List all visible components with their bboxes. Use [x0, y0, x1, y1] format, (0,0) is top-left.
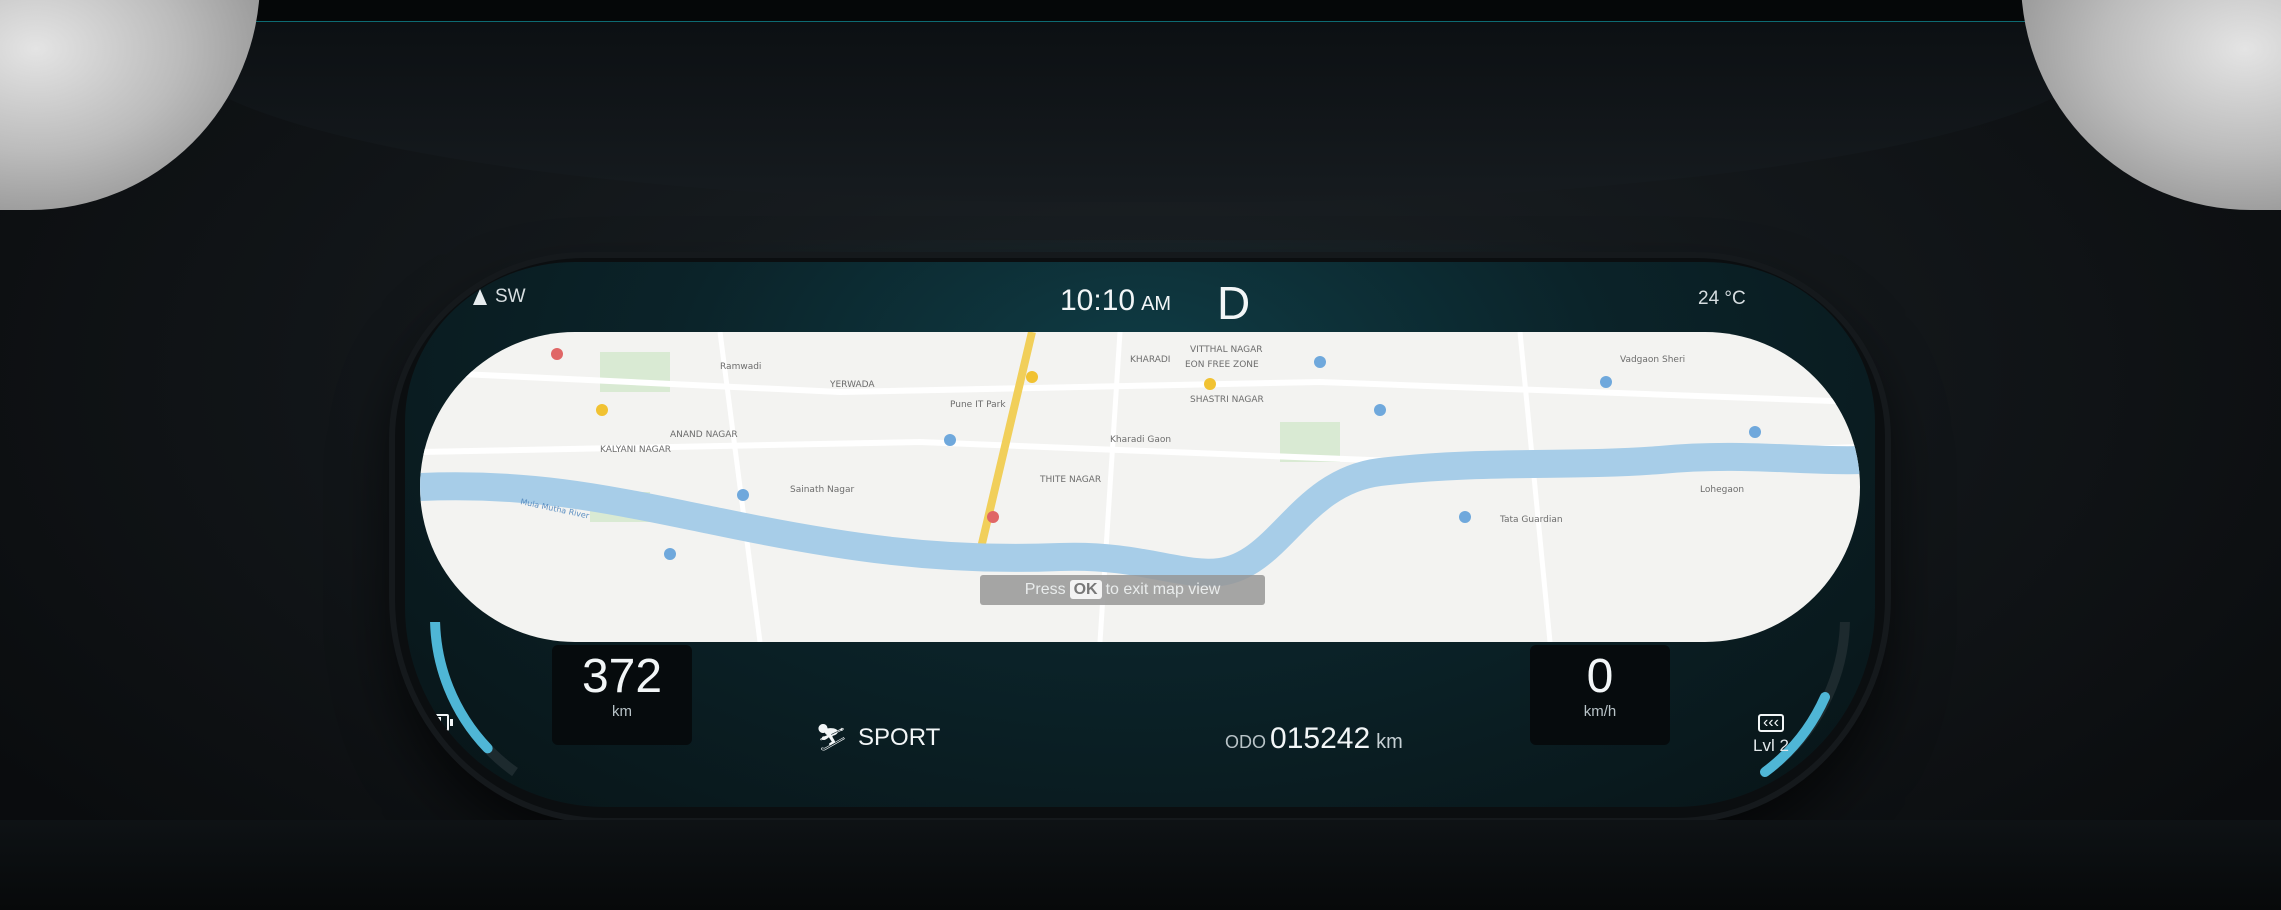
map-pin — [987, 511, 999, 523]
range-panel: 372 km — [552, 645, 692, 745]
outside-temperature: 24 °C — [1698, 288, 1746, 309]
map-road — [1517, 332, 1553, 642]
map-label: THITE NAGAR — [1039, 475, 1101, 485]
battery-status: 80% — [417, 714, 454, 757]
range-value: 372 — [581, 650, 663, 703]
range-unit: km — [612, 703, 632, 720]
map-pin — [1204, 378, 1216, 390]
map-road — [717, 332, 763, 642]
sport-mode-icon: ⛷ — [815, 722, 849, 752]
map-label: Pune IT Park — [950, 400, 1006, 410]
gear-indicator: D — [1217, 277, 1251, 329]
map-label: Ramwadi — [720, 362, 761, 372]
map-label: Vadgaon Sheri — [1620, 355, 1685, 365]
heading-text: SW — [495, 286, 526, 307]
odometer: ODO 015242 km — [1225, 722, 1403, 756]
odometer-label: ODO — [1225, 732, 1267, 752]
clock-ampm: AM — [1141, 293, 1172, 315]
map-label: Sainath Nagar — [790, 485, 855, 495]
map-pin — [1314, 356, 1326, 368]
hint-suffix: to exit map view — [1105, 581, 1221, 598]
map-pin — [1026, 371, 1038, 383]
speed-value: 0 — [1586, 650, 1614, 703]
odometer-value: 015242 — [1270, 722, 1371, 755]
lower-dashboard — [0, 820, 2281, 910]
map-label: Kharadi Gaon — [1110, 435, 1171, 445]
speed-panel: 0 km/h — [1530, 645, 1670, 745]
drive-mode: ⛷ SPORT — [815, 722, 940, 753]
map-label: EON FREE ZONE — [1185, 360, 1259, 370]
instrument-cluster-screen: KALYANI NAGAR ANAND NAGAR Ramwadi YERWAD… — [405, 262, 1875, 807]
clock-time: 10:10 — [1060, 284, 1136, 317]
regen-status: ‹‹‹ Lvl 2 — [1753, 714, 1789, 756]
map-view-hint: Press OK to exit map view — [980, 575, 1265, 605]
map-label: Tata Guardian — [1499, 515, 1563, 525]
map-pin — [1749, 426, 1761, 438]
map-pin — [737, 489, 749, 501]
compass-heading: SW — [473, 286, 526, 308]
map-river — [420, 442, 1860, 587]
status-bar: SW 10:10 AM D 24 °C — [405, 272, 1875, 332]
map-label: VITTHAL NAGAR — [1190, 345, 1263, 355]
clock: 10:10 AM — [1060, 284, 1171, 318]
map-label: YERWADA — [829, 380, 875, 390]
ok-key-icon[interactable]: OK — [1069, 580, 1102, 599]
map-label: Lohegaon — [1700, 485, 1744, 495]
map-pin — [944, 434, 956, 446]
cluster-bottom-row: Press OK to exit map view 80% 372 km ⛷ SPO… — [405, 575, 1875, 807]
battery-icon — [419, 714, 454, 731]
map-pin — [551, 348, 563, 360]
map-label: ANAND NAGAR — [670, 430, 738, 440]
drive-mode-label: SPORT — [858, 723, 941, 751]
regen-level: Lvl 2 — [1753, 736, 1789, 755]
map-pin — [1600, 376, 1612, 388]
speed-unit: km/h — [1583, 703, 1617, 720]
map-pin — [1374, 404, 1386, 416]
map-label: SHASTRI NAGAR — [1190, 395, 1264, 405]
battery-level-fill — [422, 717, 442, 728]
compass-arrow-icon — [473, 289, 487, 305]
map-pin — [1459, 511, 1471, 523]
battery-percent: 80% — [417, 737, 452, 756]
hint-prefix: Press — [1024, 581, 1066, 598]
map-label: KALYANI NAGAR — [600, 445, 671, 455]
regen-icon: ‹‹‹ — [1757, 714, 1784, 732]
top-bar — [0, 0, 2281, 22]
map-pin — [596, 404, 608, 416]
odometer-unit: km — [1376, 731, 1403, 753]
map-pin — [664, 548, 676, 560]
map-label: KHARADI — [1130, 355, 1170, 365]
